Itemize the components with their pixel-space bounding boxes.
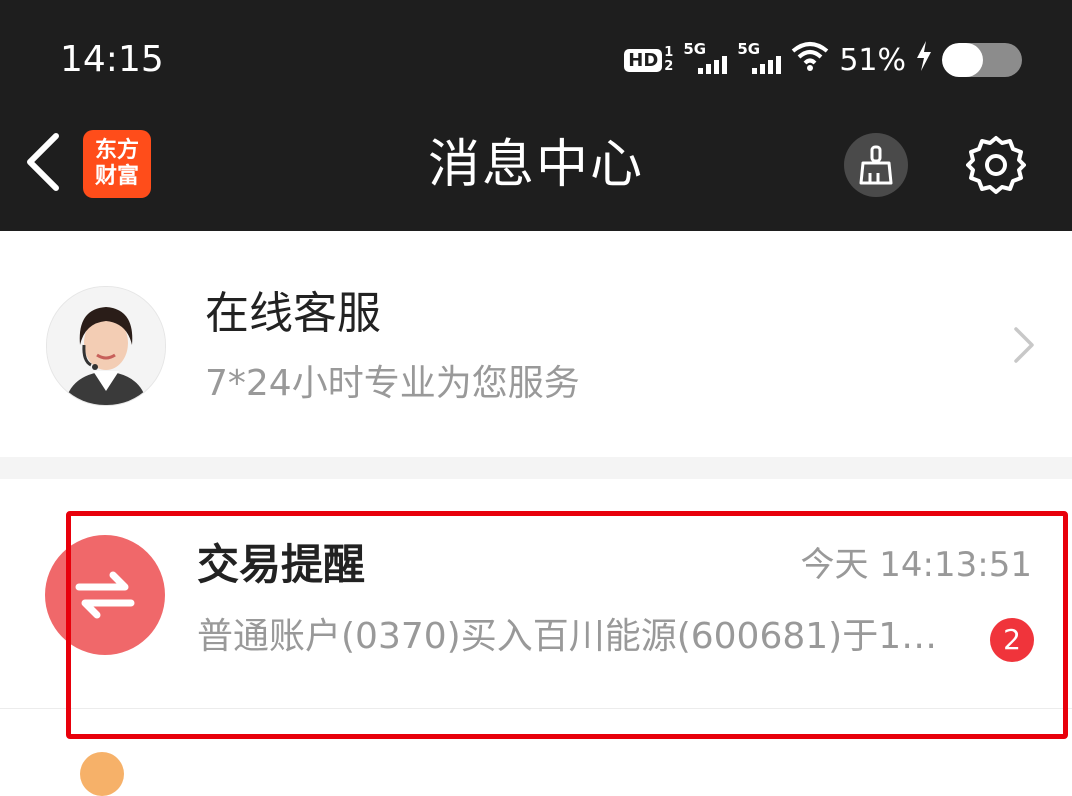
trade-title: 交易提醒: [197, 540, 366, 589]
avatar: [46, 286, 166, 406]
gear-icon: [966, 136, 1026, 194]
unread-badge: 2: [990, 618, 1034, 662]
broom-icon: [859, 145, 893, 185]
page-title: 消息中心: [427, 135, 644, 195]
wifi-icon: [791, 41, 829, 79]
chevron-right-icon: [1014, 327, 1034, 363]
section-divider: [0, 457, 1072, 479]
trade-timestamp: 今天 14:13:51: [800, 545, 1032, 585]
status-time: 14:15: [60, 39, 164, 80]
bolt-icon: [916, 41, 932, 79]
row-divider: [0, 708, 1072, 709]
signal-icon: 5G: [737, 40, 782, 78]
clear-button[interactable]: [844, 133, 908, 197]
service-subtitle: 7*24小时专业为您服务: [205, 363, 580, 404]
trade-alert-row[interactable]: 交易提醒 今天 14:13:51 普通账户(0370)买入百川能源(600681…: [0, 479, 1072, 708]
status-icons: HD 12 5G 5G 51%: [624, 38, 1022, 82]
swap-arrows-icon: [45, 535, 165, 655]
top-bar: 14:15 HD 12 5G 5G 51% 东方 财富 消息中心: [0, 0, 1072, 231]
online-service-row[interactable]: 在线客服 7*24小时专业为您服务: [0, 231, 1072, 457]
battery-icon: [942, 43, 1022, 77]
battery-percent: 51%: [839, 42, 906, 78]
hd-voice-icon: HD 12: [624, 46, 673, 74]
settings-button[interactable]: [964, 133, 1028, 197]
signal-icon: 5G: [683, 40, 728, 78]
next-item-icon: [80, 752, 124, 796]
customer-service-avatar-icon: [47, 287, 165, 405]
service-title: 在线客服: [205, 288, 381, 339]
trade-message-preview: 普通账户(0370)买入百川能源(600681)于1…: [197, 616, 938, 657]
